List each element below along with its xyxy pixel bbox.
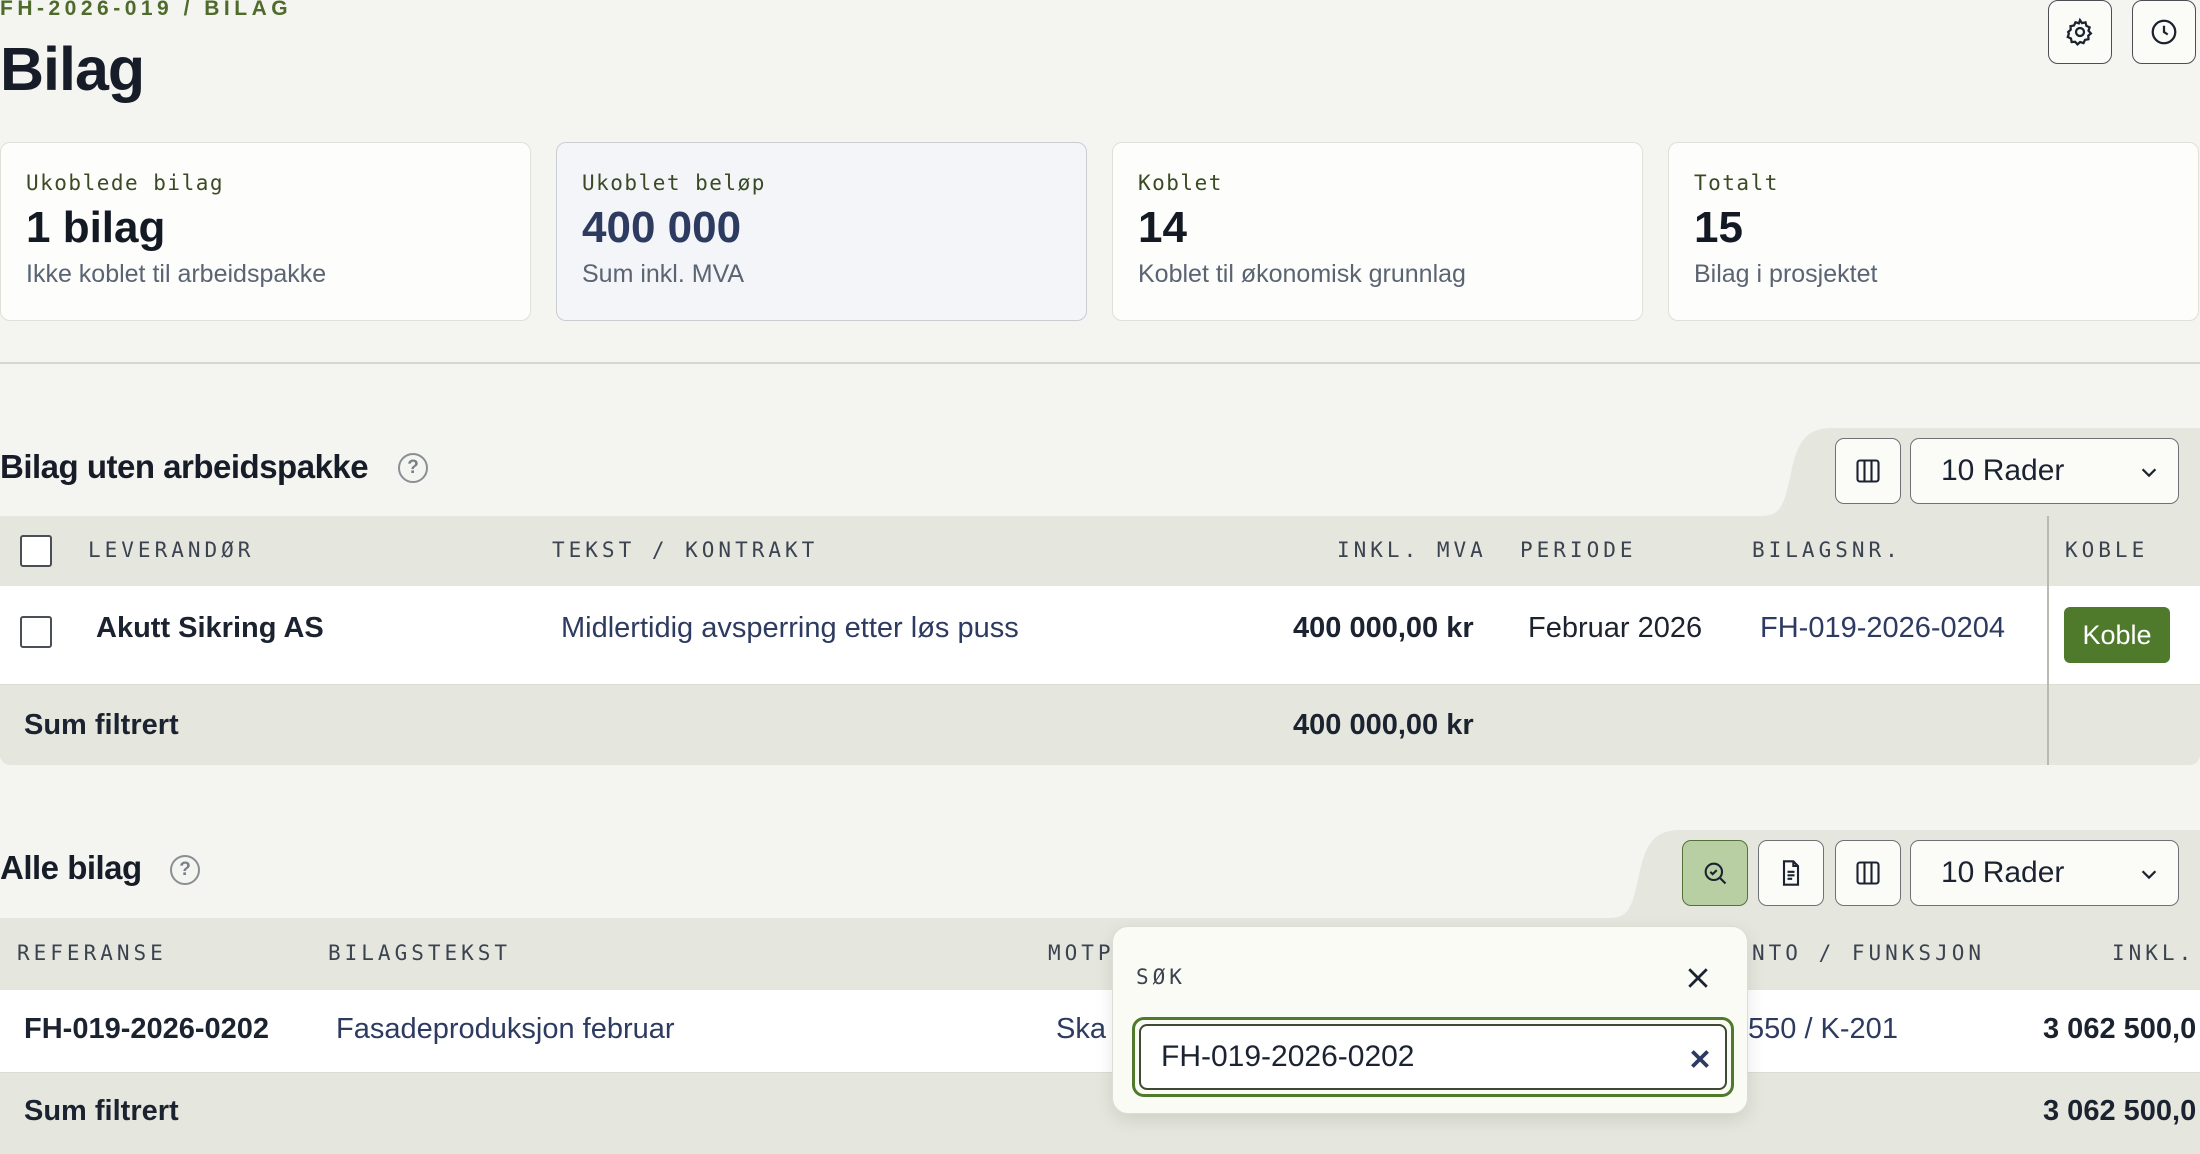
columns-button[interactable]: [1835, 438, 1901, 504]
cell-account: 550 / K-201: [1748, 1013, 1898, 1045]
column-header-period[interactable]: PERIODE: [1520, 538, 1637, 562]
table-row[interactable]: FH-019-2026-0202 Fasadeproduksjon februa…: [0, 990, 2200, 1073]
cell-number[interactable]: FH-019-2026-0204: [1760, 612, 2005, 645]
rows-per-page-select[interactable]: 10 Rader: [1910, 840, 2179, 906]
help-icon[interactable]: ?: [398, 453, 428, 483]
column-header-text[interactable]: BILAGSTEKST: [328, 941, 511, 965]
stat-label: Ukoblede bilag: [26, 171, 225, 195]
document-icon: [1782, 860, 1800, 886]
sum-label: Sum filtrert: [24, 1095, 179, 1127]
section-title-all: Alle bilag: [0, 849, 142, 886]
stat-value: 14: [1138, 203, 1187, 252]
cell-reference: FH-019-2026-0202: [24, 1013, 270, 1045]
cell-text: Midlertidig avsperring etter løs puss: [561, 612, 1019, 644]
sum-amount: 3 062 500,0: [2043, 1095, 2197, 1127]
search-popover: SØK: [1112, 926, 1748, 1114]
gear-icon: [2066, 17, 2093, 46]
cell-amount: 3 062 500,0: [2043, 1013, 2197, 1045]
stat-value: 1 bilag: [26, 203, 166, 252]
sum-row-all: Sum filtrert 3 062 500,0: [0, 1073, 2200, 1154]
column-header-amount[interactable]: INKL. MVA: [1337, 538, 1487, 562]
stat-card-unlinked-amount[interactable]: Ukoblet beløp 400 000 Sum inkl. MVA: [556, 142, 1087, 321]
page-title: Bilag: [0, 35, 145, 103]
search-label: SØK: [1136, 965, 1186, 989]
search-input[interactable]: [1139, 1024, 1727, 1090]
columns-icon: [1856, 861, 1880, 885]
columns-icon: [1856, 459, 1880, 483]
settings-button[interactable]: [2048, 0, 2112, 64]
column-header-account[interactable]: NTO / FUNKSJON: [1752, 941, 1985, 965]
stat-label: Ukoblet beløp: [582, 171, 766, 195]
stat-card-linked[interactable]: Koblet 14 Koblet til økonomisk grunnlag: [1112, 142, 1643, 321]
sum-amount: 400 000,00 kr: [1293, 709, 1474, 741]
sum-label: Sum filtrert: [24, 709, 179, 741]
export-button[interactable]: [1758, 840, 1824, 906]
section-divider: [0, 362, 2200, 364]
stat-label: Koblet: [1138, 171, 1223, 195]
cell-amount: 400 000,00 kr: [1293, 612, 1474, 644]
column-header-number[interactable]: BILAGSNR.: [1752, 538, 1902, 562]
stat-value: 400 000: [582, 203, 742, 252]
help-icon[interactable]: ?: [170, 855, 200, 885]
cell-period: Februar 2026: [1528, 612, 1703, 644]
column-header-text[interactable]: TEKST / KONTRAKT: [552, 538, 818, 562]
section-title-unlinked: Bilag uten arbeidspakke: [0, 448, 369, 485]
table-header-all: REFERANSE BILAGSTEKST MOTP NTO / FUNKSJO…: [0, 918, 2200, 990]
stat-sub: Sum inkl. MVA: [582, 260, 745, 288]
cell-counterpart: Ska: [1056, 1013, 1106, 1045]
search-check-icon: [1704, 862, 1727, 885]
sum-row-unlinked: Sum filtrert 400 000,00 kr: [0, 685, 2200, 765]
search-toggle-button[interactable]: [1682, 840, 1748, 906]
link-button[interactable]: Koble: [2064, 607, 2170, 663]
stat-sub: Ikke koblet til arbeidspakke: [26, 260, 327, 288]
row-checkbox[interactable]: [20, 616, 52, 648]
column-header-counterpart[interactable]: MOTP: [1048, 941, 1115, 965]
close-icon[interactable]: [1683, 963, 1713, 993]
history-button[interactable]: [2132, 0, 2196, 64]
cell-text: Fasadeproduksjon februar: [336, 1013, 675, 1045]
stat-card-total[interactable]: Totalt 15 Bilag i prosjektet: [1668, 142, 2199, 321]
stat-value: 15: [1694, 203, 1743, 252]
clock-icon: [2151, 19, 2177, 45]
column-header-reference[interactable]: REFERANSE: [17, 941, 167, 965]
table-header-unlinked: LEVERANDØR TEKST / KONTRAKT INKL. MVA PE…: [0, 516, 2200, 586]
stat-label: Totalt: [1694, 171, 1779, 195]
column-divider: [2047, 516, 2049, 765]
chevron-down-icon: [2141, 468, 2157, 478]
table-row[interactable]: Akutt Sikring AS Midlertidig avsperring …: [0, 586, 2200, 685]
breadcrumb: FH-2026-019 / BILAG: [0, 0, 293, 20]
stat-sub: Bilag i prosjektet: [1694, 260, 1878, 288]
cell-supplier: Akutt Sikring AS: [96, 612, 324, 644]
stat-card-unlinked[interactable]: Ukoblede bilag 1 bilag Ikke koblet til a…: [0, 142, 531, 321]
stat-sub: Koblet til økonomisk grunnlag: [1138, 260, 1466, 288]
chevron-down-icon: [2141, 870, 2157, 880]
rows-per-page-select[interactable]: 10 Rader: [1910, 438, 2179, 504]
column-header-link: KOBLE: [2065, 538, 2149, 562]
clear-search-icon[interactable]: [1687, 1046, 1713, 1072]
select-all-checkbox[interactable]: [20, 535, 52, 567]
column-header-supplier[interactable]: LEVERANDØR: [88, 538, 254, 562]
column-header-amount[interactable]: INKL.: [2112, 941, 2195, 965]
search-field-wrapper: [1132, 1017, 1734, 1097]
columns-button[interactable]: [1835, 840, 1901, 906]
